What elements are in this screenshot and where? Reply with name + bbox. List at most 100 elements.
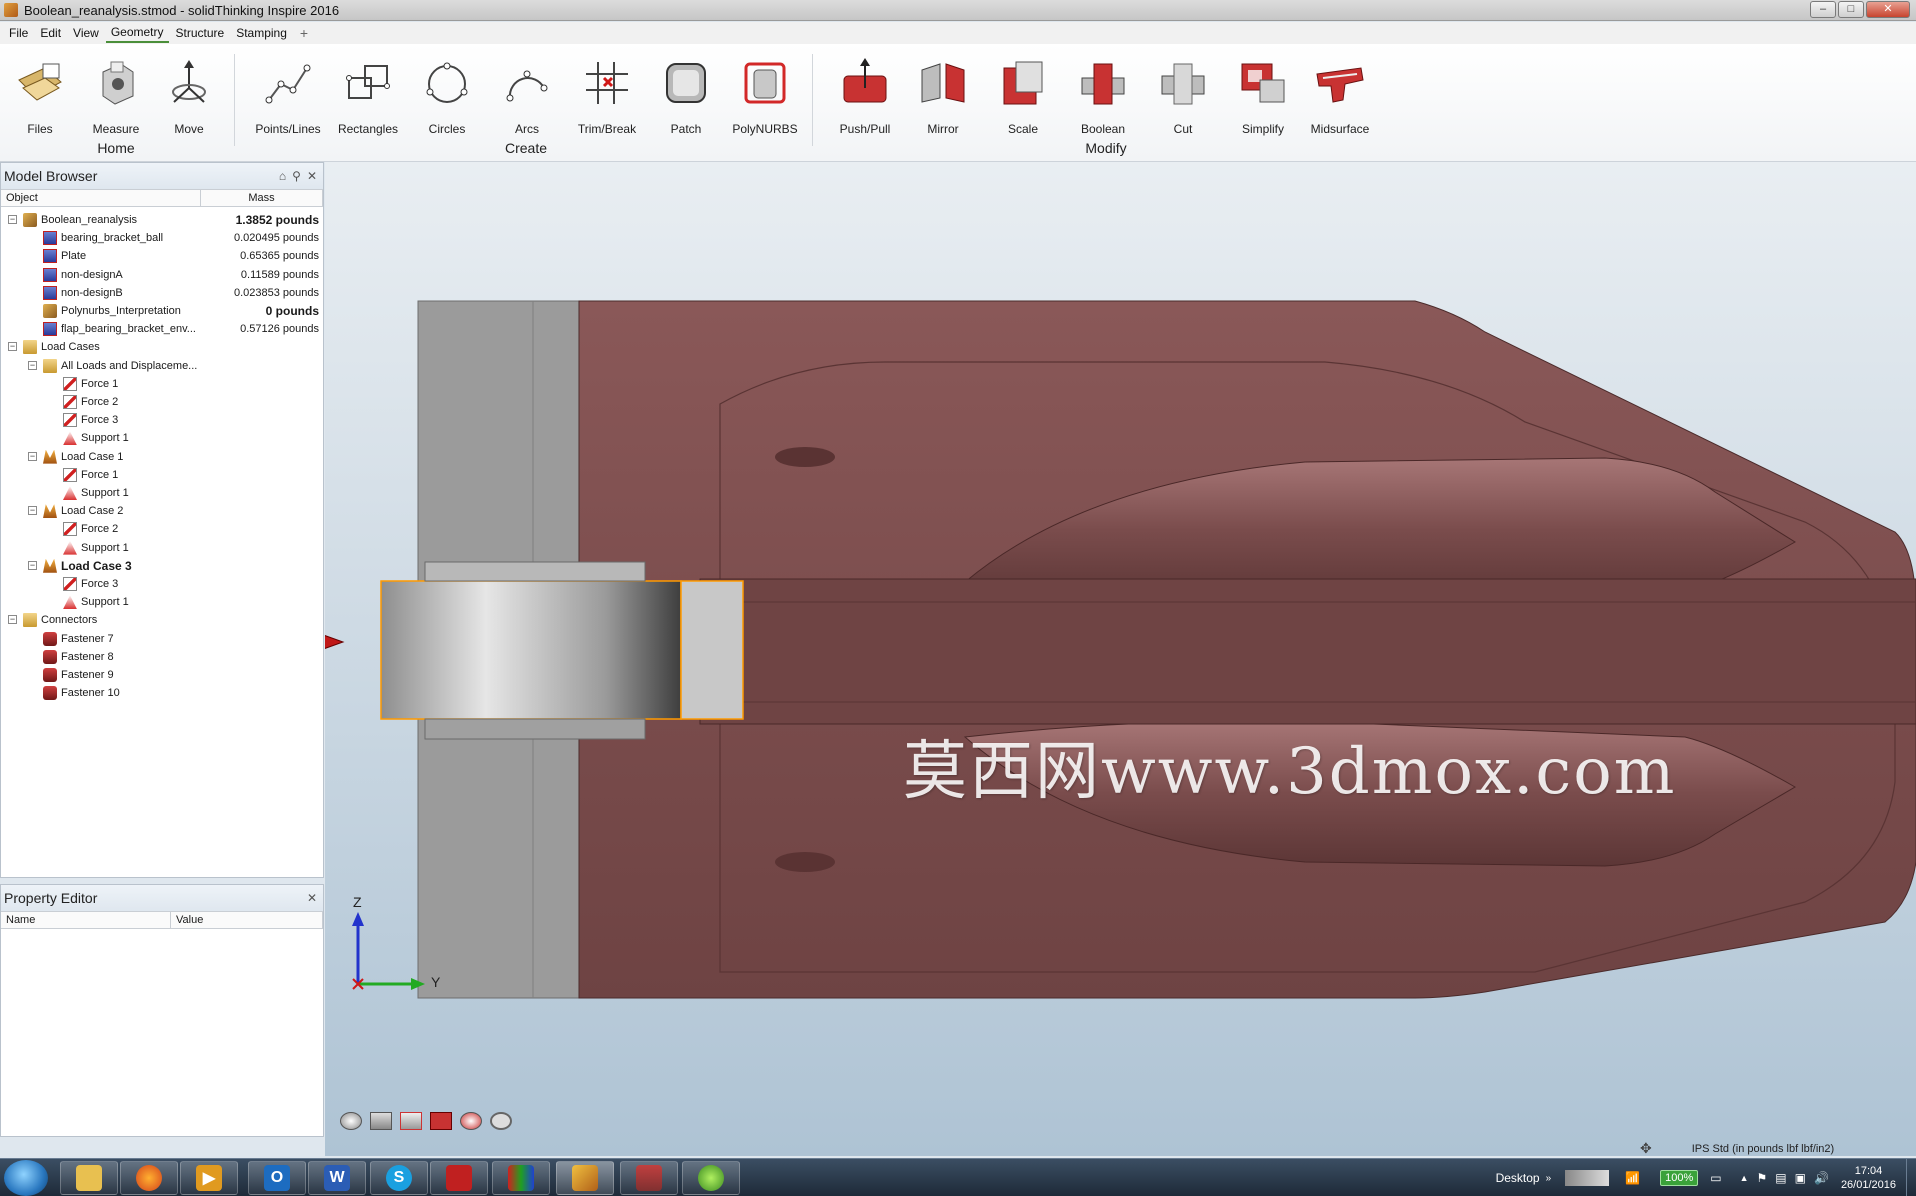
add-ribbon-icon[interactable]: + bbox=[294, 25, 314, 41]
tree-row[interactable]: Force 1 bbox=[1, 466, 323, 484]
taskbar-explorer[interactable] bbox=[60, 1161, 118, 1195]
cut-button[interactable]: Cut bbox=[1150, 58, 1216, 136]
signal-meter-icon[interactable] bbox=[1565, 1170, 1610, 1186]
menu-stamping[interactable]: Stamping bbox=[231, 24, 292, 42]
menu-geometry[interactable]: Geometry bbox=[105, 23, 169, 43]
tree-row[interactable]: − Load Case 3 bbox=[1, 557, 323, 575]
tree-row[interactable]: non-designA 0.11589 pounds bbox=[1, 266, 323, 284]
tree-row[interactable]: Polynurbs_Interpretation 0 pounds bbox=[1, 302, 323, 320]
column-mass[interactable]: Mass bbox=[201, 190, 323, 206]
tree-row[interactable]: Plate 0.65365 pounds bbox=[1, 247, 323, 265]
scale-button[interactable]: Scale bbox=[990, 58, 1056, 136]
menu-view[interactable]: View bbox=[68, 24, 104, 42]
collapse-toggle-icon[interactable]: − bbox=[8, 215, 17, 224]
taskbar-outlook[interactable]: O bbox=[248, 1161, 306, 1195]
rectangles-button[interactable]: Rectangles bbox=[335, 58, 401, 136]
column-object[interactable]: Object bbox=[1, 190, 201, 206]
collapse-toggle-icon[interactable]: − bbox=[28, 360, 37, 370]
monitor-icon[interactable]: ▭ bbox=[1710, 1171, 1721, 1185]
arcs-button[interactable]: Arcs bbox=[494, 58, 560, 136]
taskbar-skype[interactable]: S bbox=[370, 1161, 428, 1195]
patch-button[interactable]: Patch bbox=[653, 58, 719, 136]
clock[interactable]: 17:04 26/01/2016 bbox=[1841, 1164, 1896, 1192]
taskbar-media-player[interactable]: ▶ bbox=[180, 1161, 238, 1195]
trim-break-button[interactable]: Trim/Break bbox=[574, 58, 640, 136]
tree-row[interactable]: Force 3 bbox=[1, 411, 323, 429]
network-icon[interactable]: ▣ bbox=[1795, 1171, 1806, 1185]
tree-row[interactable]: bearing_bracket_ball 0.020495 pounds bbox=[1, 229, 323, 247]
tree-row[interactable]: − Load Case 2 bbox=[1, 502, 323, 520]
collapse-toggle-icon[interactable]: − bbox=[28, 560, 37, 570]
start-button[interactable] bbox=[4, 1160, 48, 1196]
expand-toolbar-icon[interactable]: » bbox=[1546, 1173, 1552, 1184]
search-icon[interactable]: ⚲ bbox=[292, 169, 301, 183]
move-button[interactable]: Move bbox=[156, 58, 222, 136]
camera-icon[interactable] bbox=[370, 1112, 392, 1130]
simplify-button[interactable]: Simplify bbox=[1230, 58, 1296, 136]
polynurbs-button[interactable]: PolyNURBS bbox=[732, 58, 798, 136]
tree-row[interactable]: Force 3 bbox=[1, 575, 323, 593]
circles-button[interactable]: Circles bbox=[414, 58, 480, 136]
mirror-button[interactable]: Mirror bbox=[910, 58, 976, 136]
section-icon[interactable] bbox=[400, 1112, 422, 1130]
volume-icon[interactable]: 🔊 bbox=[1814, 1171, 1829, 1185]
menu-edit[interactable]: Edit bbox=[35, 24, 66, 42]
crosshair-icon[interactable]: ✥ bbox=[1640, 1140, 1652, 1157]
tree-row[interactable]: Support 1 bbox=[1, 539, 323, 557]
maximize-button[interactable]: □ bbox=[1838, 1, 1864, 18]
files-button[interactable]: Files bbox=[7, 58, 73, 136]
taskbar-app-rubik[interactable] bbox=[492, 1161, 550, 1195]
collapse-toggle-icon[interactable]: − bbox=[8, 342, 17, 352]
taskbar-inspire[interactable] bbox=[556, 1161, 614, 1195]
tree-row[interactable]: Force 2 bbox=[1, 393, 323, 411]
tree-row[interactable]: Force 2 bbox=[1, 520, 323, 538]
collapse-toggle-icon[interactable]: − bbox=[28, 451, 37, 461]
tree-row[interactable]: Force 1 bbox=[1, 375, 323, 393]
show-hidden-icons[interactable]: ▲ bbox=[1740, 1173, 1749, 1183]
tree-row[interactable]: Support 1 bbox=[1, 593, 323, 611]
zoom-icon[interactable] bbox=[460, 1112, 482, 1130]
close-button[interactable]: ✕ bbox=[1866, 1, 1910, 18]
shaded-icon[interactable] bbox=[430, 1112, 452, 1130]
3d-viewport[interactable]: Z Y 莫西网www.3dmox.com bbox=[325, 162, 1916, 1156]
tree-row[interactable]: − Load Case 1 bbox=[1, 448, 323, 466]
tree-row[interactable]: Fastener 8 bbox=[1, 648, 323, 666]
model-render[interactable] bbox=[325, 162, 1916, 1156]
tree-row[interactable]: − Boolean_reanalysis 1.3852 pounds bbox=[1, 211, 323, 229]
rotate-icon[interactable] bbox=[490, 1112, 512, 1130]
column-name[interactable]: Name bbox=[1, 912, 171, 928]
tree-row[interactable]: − Connectors bbox=[1, 611, 323, 629]
eye-icon[interactable] bbox=[340, 1112, 362, 1130]
tree-row[interactable]: Support 1 bbox=[1, 484, 323, 502]
tree-row[interactable]: flap_bearing_bracket_env... 0.57126 pound… bbox=[1, 320, 323, 338]
tree-row[interactable]: non-designB 0.023853 pounds bbox=[1, 284, 323, 302]
tree-row[interactable]: Fastener 10 bbox=[1, 684, 323, 702]
units-display[interactable]: IPS Std (in pounds lbf lbf/in2) bbox=[1692, 1143, 1834, 1155]
tree-row[interactable]: Fastener 7 bbox=[1, 630, 323, 648]
collapse-toggle-icon[interactable]: − bbox=[8, 615, 17, 625]
close-icon[interactable]: ✕ bbox=[307, 891, 317, 905]
column-value[interactable]: Value bbox=[171, 912, 323, 928]
wireless-icon[interactable]: 📶 bbox=[1625, 1171, 1640, 1185]
document-icon[interactable]: ▤ bbox=[1775, 1171, 1786, 1185]
points-lines-button[interactable]: Points/Lines bbox=[255, 58, 321, 136]
push-pull-button[interactable]: Push/Pull bbox=[832, 58, 898, 136]
taskbar-word[interactable]: W bbox=[308, 1161, 366, 1195]
show-desktop-button[interactable] bbox=[1906, 1159, 1916, 1196]
flag-icon[interactable]: ⚑ bbox=[1757, 1171, 1768, 1185]
tree-row[interactable]: − Load Cases bbox=[1, 338, 323, 356]
minimize-button[interactable]: – bbox=[1810, 1, 1836, 18]
midsurface-button[interactable]: Midsurface bbox=[1307, 58, 1373, 136]
menu-structure[interactable]: Structure bbox=[171, 24, 230, 42]
battery-indicator[interactable]: 100% bbox=[1660, 1170, 1699, 1186]
tree-row[interactable]: Support 1 bbox=[1, 429, 323, 447]
boolean-button[interactable]: Boolean bbox=[1070, 58, 1136, 136]
taskbar-app-3d[interactable] bbox=[620, 1161, 678, 1195]
hierarchy-icon[interactable]: ⌂ bbox=[279, 169, 286, 183]
taskbar-app-red[interactable] bbox=[430, 1161, 488, 1195]
desktop-toolbar[interactable]: Desktop bbox=[1496, 1171, 1540, 1185]
close-icon[interactable]: ✕ bbox=[307, 169, 317, 183]
tree-row[interactable]: Fastener 9 bbox=[1, 666, 323, 684]
tree-row[interactable]: − All Loads and Displaceme... bbox=[1, 357, 323, 375]
measure-button[interactable]: Measure bbox=[83, 58, 149, 136]
